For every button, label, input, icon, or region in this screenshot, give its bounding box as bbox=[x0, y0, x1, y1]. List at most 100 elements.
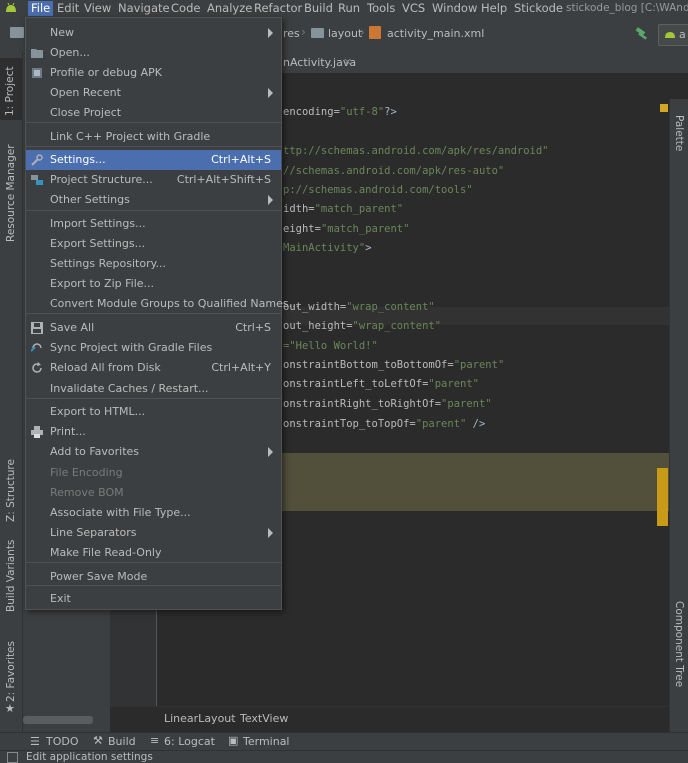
code-line: //schemas.android.com/apk/res-auto" bbox=[283, 165, 505, 177]
menu-item-label: Make File Read-Only bbox=[50, 546, 162, 559]
menu-item-open-recent[interactable]: Open Recent bbox=[26, 83, 281, 103]
code-line: ttp://schemas.android.com/apk/res/androi… bbox=[283, 145, 549, 157]
breadcrumb-text-view[interactable]: TextView bbox=[240, 712, 288, 725]
build-hammer-icon: ⚒ bbox=[93, 734, 103, 747]
menu-window[interactable]: Window bbox=[432, 1, 477, 16]
menu-analyze[interactable]: Analyze bbox=[207, 1, 252, 16]
favorites-tool-button[interactable]: 2: Favorites bbox=[5, 641, 17, 702]
status-bar: Edit application settings bbox=[0, 750, 688, 763]
menu-item-project-structure[interactable]: Project Structure... Ctrl+Alt+Shift+S bbox=[26, 170, 281, 190]
close-icon[interactable]: × bbox=[343, 55, 352, 68]
menu-item-save-all[interactable]: Save All Ctrl+S bbox=[26, 318, 281, 338]
scroll-marker[interactable] bbox=[657, 468, 668, 526]
warning-marker-icon[interactable] bbox=[660, 104, 668, 112]
wrench-icon bbox=[31, 154, 43, 166]
menu-item-settings[interactable]: Settings... Ctrl+Alt+S bbox=[26, 150, 281, 170]
menu-item-new[interactable]: New bbox=[26, 23, 281, 43]
menu-item-label: Remove BOM bbox=[50, 486, 124, 499]
menu-item-convert-module-groups-to-qualified-names[interactable]: Convert Module Groups to Qualified Names… bbox=[26, 294, 299, 314]
todo-list-icon: ☰ bbox=[30, 735, 40, 748]
menu-item-label: Open... bbox=[50, 46, 90, 59]
menu-vcs[interactable]: VCS bbox=[402, 1, 425, 16]
build-variants-tool-button[interactable]: Build Variants bbox=[5, 540, 17, 612]
menu-item-reload-all-from-disk[interactable]: Reload All from Disk Ctrl+Alt+Y bbox=[26, 358, 281, 378]
build-tool-button[interactable]: Build bbox=[108, 735, 136, 748]
breadcrumb-activity-main[interactable]: activity_main.xml bbox=[387, 27, 484, 40]
structure-tool-button[interactable]: Z: Structure bbox=[5, 459, 17, 522]
menu-item-power-save-mode[interactable]: Power Save Mode bbox=[26, 567, 281, 587]
menu-tools[interactable]: Tools bbox=[367, 1, 395, 16]
breadcrumb-layout[interactable]: layout bbox=[328, 27, 362, 40]
menu-help[interactable]: Help bbox=[481, 1, 507, 16]
logcat-icon: ≡ bbox=[150, 734, 160, 747]
logcat-tool-button[interactable]: 6: Logcat bbox=[164, 735, 215, 748]
menu-item-other-settings[interactable]: Other Settings bbox=[26, 190, 281, 210]
menu-item-profile-or-debug-apk[interactable]: Profile or debug APK bbox=[26, 63, 281, 83]
menu-stickode[interactable]: Stickode bbox=[514, 1, 563, 16]
menu-item-sync-project-with-gradle-files[interactable]: Sync Project with Gradle Files bbox=[26, 338, 281, 358]
menu-item-print[interactable]: Print... bbox=[26, 422, 281, 442]
menu-item-label: Export to HTML... bbox=[50, 405, 146, 418]
menu-build[interactable]: Build bbox=[304, 1, 333, 16]
menu-item-label: Print... bbox=[50, 425, 86, 438]
menu-item-exit[interactable]: Exit bbox=[26, 589, 281, 609]
horizontal-scrollbar[interactable] bbox=[23, 716, 93, 724]
menu-item-link-c-project-with-gradle[interactable]: Link C++ Project with Gradle bbox=[26, 127, 281, 147]
menu-item-label: Export Settings... bbox=[50, 237, 146, 250]
code-line: idth="match_parent" bbox=[283, 203, 404, 215]
menu-item-export-to-zip-file[interactable]: Export to Zip File... bbox=[26, 274, 281, 294]
code-line: encoding="utf-8"?> bbox=[283, 106, 397, 118]
menu-refactor[interactable]: Refactor bbox=[254, 1, 302, 16]
menu-item-label: Settings... bbox=[50, 153, 106, 166]
structure-breadcrumb: LinearLayout › TextView bbox=[110, 706, 669, 733]
resource-manager-tool-button[interactable]: Resource Manager bbox=[5, 144, 17, 242]
menu-edit[interactable]: Edit bbox=[57, 1, 79, 16]
device-selector[interactable]: a bbox=[658, 24, 688, 46]
menu-item-label: Convert Module Groups to Qualified Names… bbox=[50, 297, 300, 310]
menu-item-label: Import Settings... bbox=[50, 217, 146, 230]
menu-item-export-settings[interactable]: Export Settings... bbox=[26, 234, 281, 254]
menu-item-make-file-read-only[interactable]: Make File Read-Only bbox=[26, 543, 281, 563]
menu-item-export-to-html[interactable]: Export to HTML... bbox=[26, 402, 281, 422]
menu-item-label: Open Recent bbox=[50, 86, 121, 99]
breadcrumb-separator-icon: › bbox=[301, 25, 306, 39]
breadcrumb-linear-layout[interactable]: LinearLayout bbox=[164, 712, 236, 725]
menu-item-add-to-favorites[interactable]: Add to Favorites bbox=[26, 442, 281, 462]
menu-item-invalidate-caches-restart[interactable]: Invalidate Caches / Restart... bbox=[26, 379, 281, 399]
menu-item-line-separators[interactable]: Line Separators bbox=[26, 523, 281, 543]
menu-file[interactable]: File bbox=[28, 1, 54, 16]
terminal-tool-button[interactable]: Terminal bbox=[243, 735, 290, 748]
menu-navigate[interactable]: Navigate bbox=[118, 1, 170, 16]
menu-view[interactable]: View bbox=[84, 1, 111, 16]
palette-tool-button[interactable]: Palette bbox=[673, 115, 685, 151]
folder-icon[interactable] bbox=[10, 27, 24, 38]
menu-code[interactable]: Code bbox=[171, 1, 200, 16]
status-text: Edit application settings bbox=[26, 751, 153, 763]
menu-item-import-settings[interactable]: Import Settings... bbox=[26, 214, 281, 234]
terminal-icon: ▣ bbox=[228, 734, 239, 747]
todo-tool-button[interactable]: TODO bbox=[46, 735, 79, 748]
menu-item-label: Other Settings bbox=[50, 193, 130, 206]
sync-icon bbox=[30, 342, 43, 354]
menu-item-shortcut: Ctrl+Alt+S bbox=[211, 153, 271, 166]
breadcrumb-res[interactable]: res bbox=[283, 27, 300, 40]
window-title: stickode_blog [C:\WAndroi bbox=[566, 2, 688, 14]
menu-item-associate-with-file-type[interactable]: Associate with File Type... bbox=[26, 503, 281, 523]
project-tool-label: 1: Project bbox=[4, 66, 16, 116]
right-tool-window-strip: Palette Component Tree bbox=[669, 99, 688, 732]
menu-item-settings-repository[interactable]: Settings Repository... bbox=[26, 254, 281, 274]
file-menu-dropdown: New Open... Profile or debug APK Open Recen… bbox=[25, 17, 299, 610]
component-tree-tool-button[interactable]: Component Tree bbox=[673, 601, 685, 687]
hammer-icon[interactable] bbox=[634, 26, 650, 45]
code-line: onstraintLeft_toLeftOf="parent" bbox=[283, 378, 479, 390]
menu-run[interactable]: Run bbox=[338, 1, 360, 16]
menu-item-close-project[interactable]: Close Project bbox=[26, 103, 281, 123]
menu-item-label: Project Structure... bbox=[50, 173, 153, 186]
save-icon bbox=[31, 322, 43, 334]
project-tool-button[interactable]: 1: Project bbox=[0, 58, 22, 120]
code-line: onstraintBottom_toBottomOf="parent" bbox=[283, 359, 505, 371]
code-line: ="Hello World!" bbox=[283, 340, 378, 352]
tool-windows-toggle-icon[interactable] bbox=[7, 752, 18, 763]
menu-item-open[interactable]: Open... bbox=[26, 43, 281, 63]
menu-separator bbox=[26, 210, 281, 211]
